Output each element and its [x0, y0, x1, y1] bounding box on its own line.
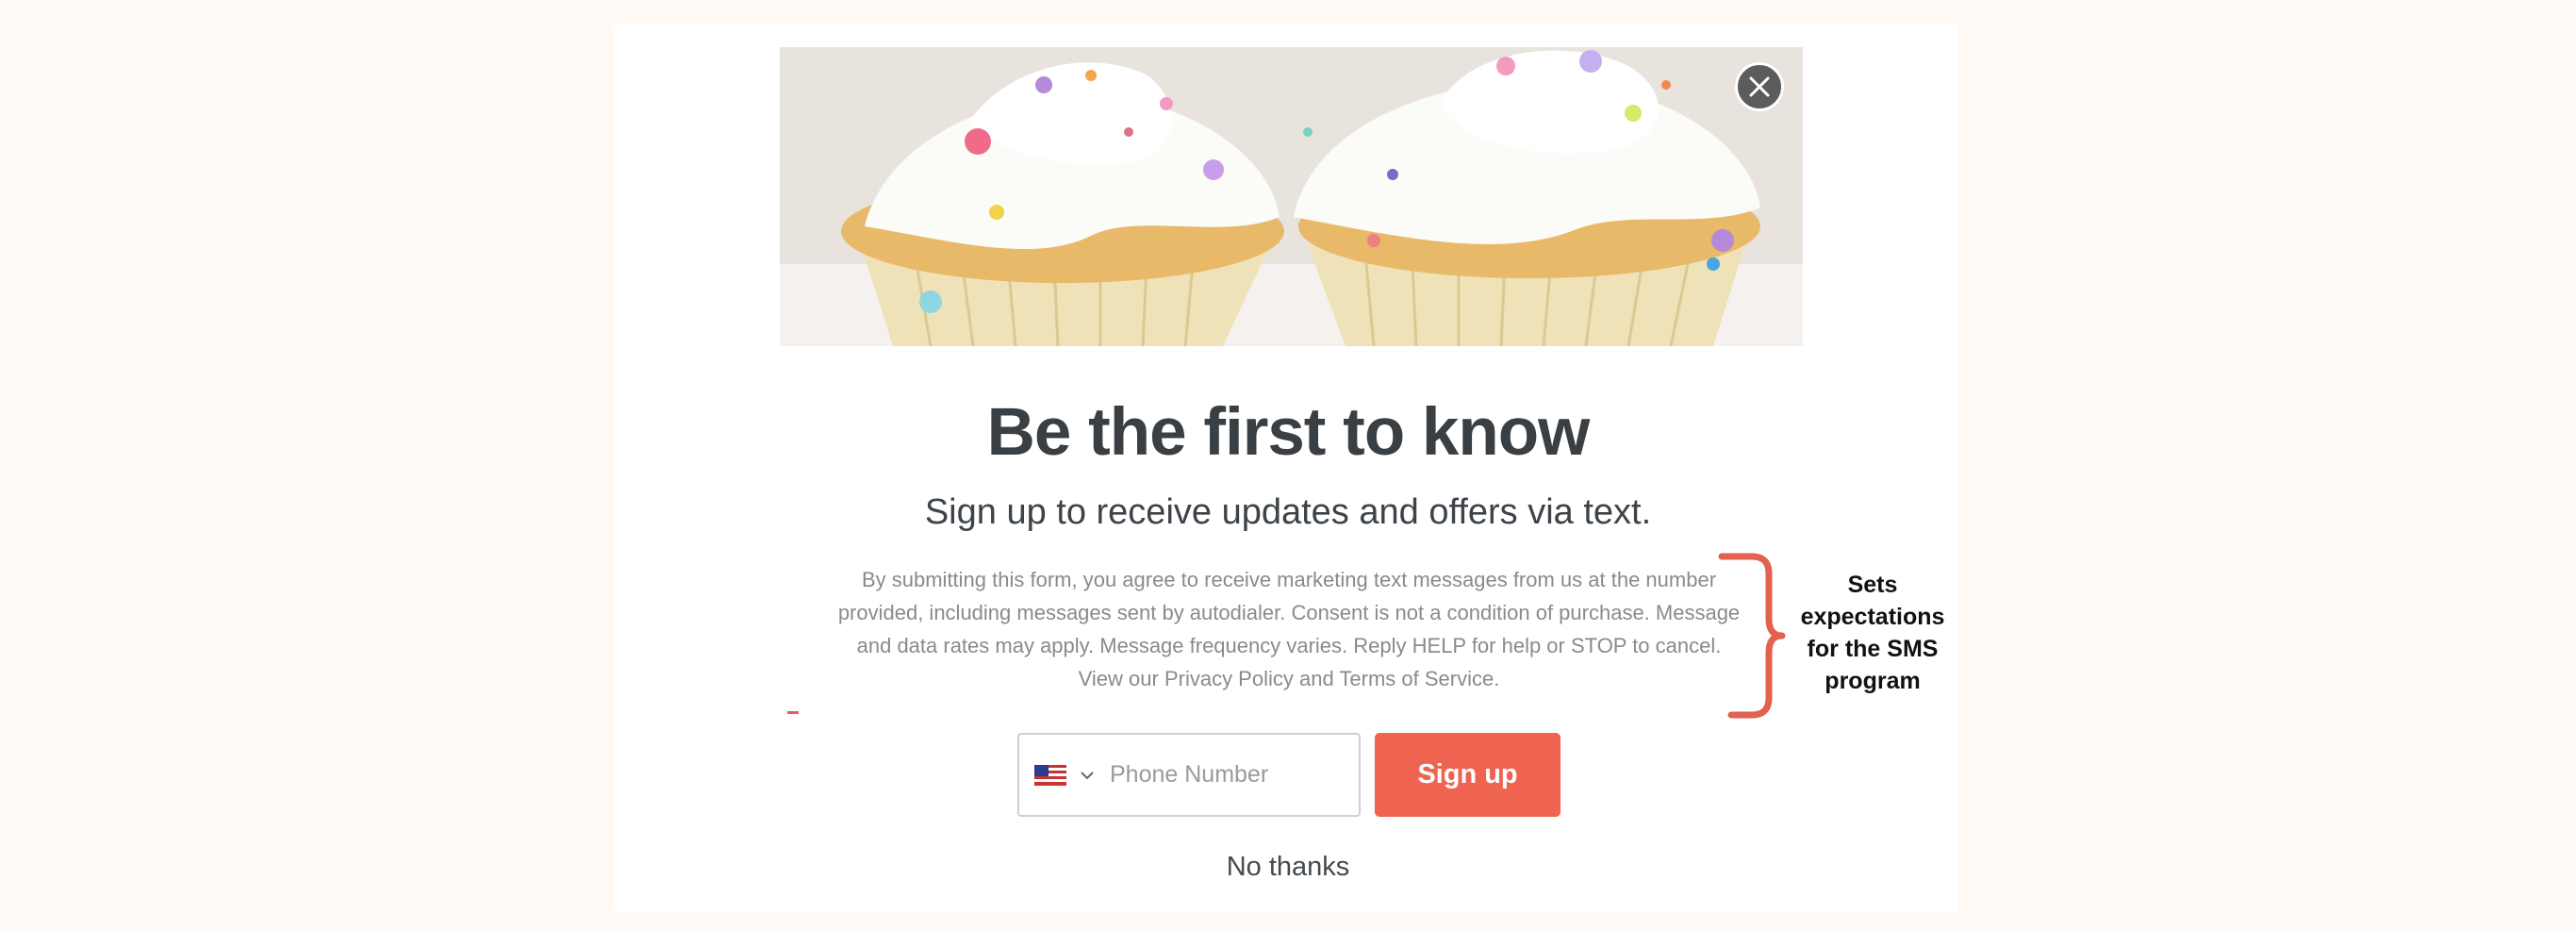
annotation-bracket [1718, 553, 1786, 719]
decorative-dash [787, 711, 799, 714]
subtitle: Sign up to receive updates and offers vi… [924, 492, 1652, 532]
annotation-note: Sets expectations for the SMS program [1800, 572, 1945, 694]
close-icon [1749, 76, 1770, 97]
no-thanks-link[interactable]: No thanks [0, 852, 2576, 883]
legal-disclaimer: By submitting this form, you agree to re… [837, 568, 1741, 690]
signup-button[interactable]: Sign up [1375, 733, 1560, 817]
us-flag-icon[interactable] [1034, 764, 1066, 786]
close-button[interactable] [1735, 62, 1784, 111]
hero-image [780, 47, 1803, 346]
chevron-down-icon[interactable] [1080, 771, 1095, 780]
phone-field[interactable] [1017, 733, 1361, 817]
page-title: Be the first to know [986, 395, 1591, 470]
phone-number-input[interactable] [1108, 760, 1338, 789]
